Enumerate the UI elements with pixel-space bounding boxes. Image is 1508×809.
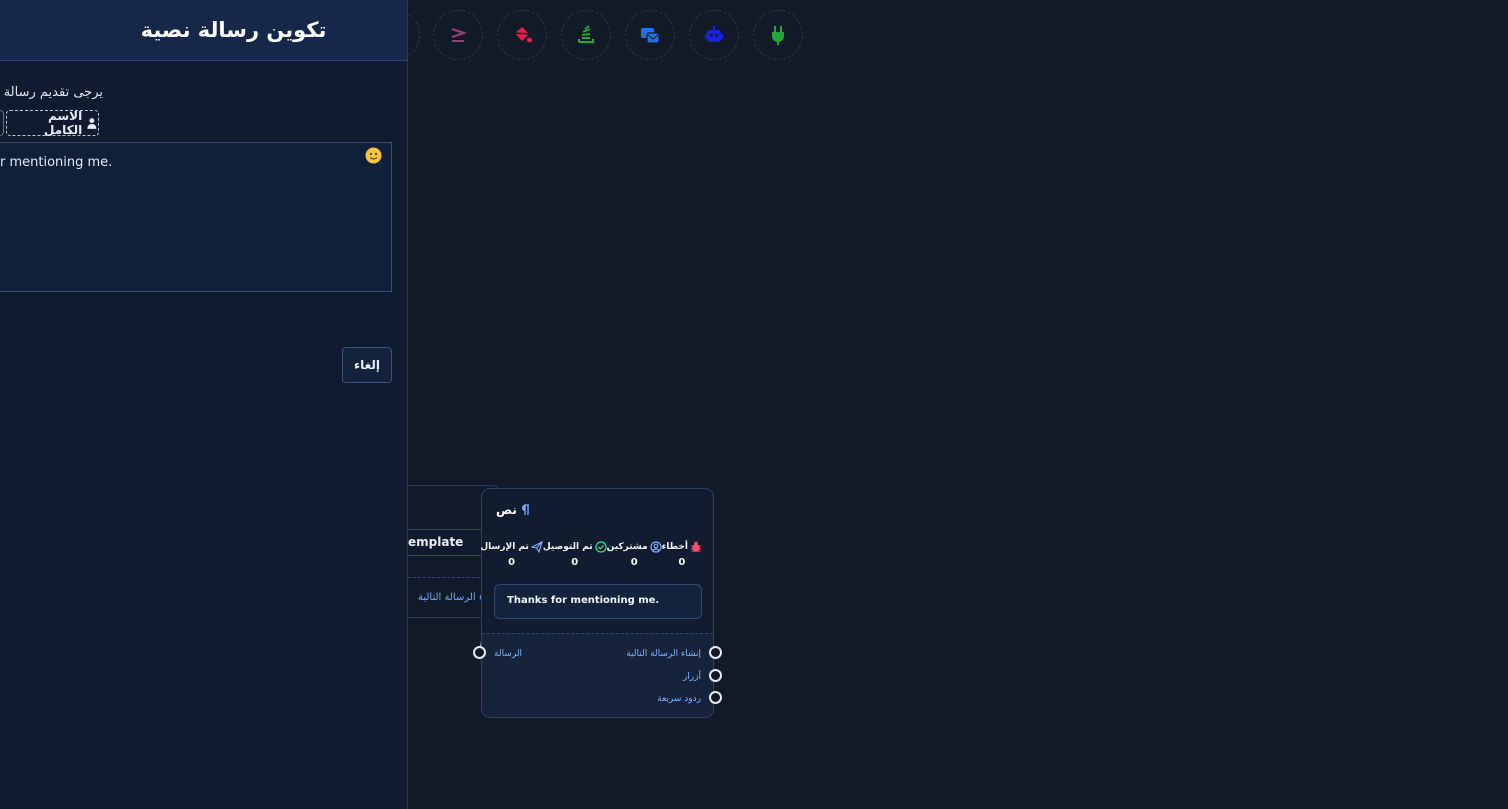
stat-errors: أخطاء 0	[662, 541, 702, 568]
compare-icon	[451, 28, 468, 42]
emoji-icon[interactable]	[365, 147, 382, 164]
output-port-label-next: إنشاء الرسالة التالية	[626, 649, 701, 659]
user-icon	[87, 118, 97, 129]
stat-label: تم الإرسال	[480, 542, 529, 552]
bot-tool-button[interactable]	[689, 10, 739, 60]
stat-label: تم التوصيل	[542, 542, 593, 552]
paragraph-icon	[521, 504, 529, 515]
node-stats: أخطاء 0 مشتركين 0 تم التوصيل 0 تم الإرسا…	[480, 541, 702, 568]
template-tool-button[interactable]	[625, 10, 675, 60]
stat-subscribers: مشتركين 0	[607, 541, 662, 568]
stat-delivered: تم التوصيل 0	[543, 541, 607, 568]
paint-tool-button[interactable]	[497, 10, 547, 60]
stat-label: أخطاء	[661, 542, 688, 552]
stat-sent: تم الإرسال 0	[480, 541, 543, 568]
panel-header: تكوين رسالة نصية	[0, 0, 407, 61]
compose-text-panel: تكوين رسالة نصية يرجى تقديم رسالة ا الاس…	[0, 0, 408, 809]
text-message-node[interactable]: نص أخطاء 0 مشتركين 0 تم التوصيل 0 تم الإ…	[480, 488, 714, 718]
cancel-button[interactable]: إلغاء	[342, 347, 392, 383]
node-title-text: نص	[496, 503, 517, 517]
stat-value: 0	[678, 557, 686, 568]
message-preview[interactable]: Thanks for mentioning me.	[494, 584, 702, 619]
plugin-tool-button[interactable]	[753, 10, 803, 60]
message-textarea[interactable]: r mentioning me.	[0, 142, 392, 292]
send-icon	[530, 541, 543, 553]
paint-bucket-icon	[514, 27, 532, 43]
output-port-buttons[interactable]	[709, 669, 722, 682]
node-ports: الرسالة إنشاء الرسالة التالية أزرار ردود…	[482, 633, 713, 717]
template-icon	[641, 28, 660, 44]
plug-icon	[772, 26, 784, 45]
compare-tool-button[interactable]	[433, 10, 483, 60]
full-name-variable-chip[interactable]: الاسم الكامل	[6, 109, 99, 137]
stack-icon	[578, 25, 594, 43]
panel-title: تكوين رسالة نصية	[140, 18, 327, 42]
bug-icon	[691, 541, 701, 553]
check-circle-icon	[595, 541, 607, 553]
robot-icon	[705, 26, 723, 42]
template-field[interactable]: emplate	[408, 529, 482, 556]
output-port-label-quick-replies: ردود سريعة	[657, 694, 701, 704]
input-port[interactable]	[473, 646, 486, 659]
stat-value: 0	[630, 557, 638, 568]
output-port-label-buttons: أزرار	[682, 672, 701, 682]
node-title: نص	[496, 503, 530, 517]
stack-tool-button[interactable]	[561, 10, 611, 60]
stat-value: 0	[508, 557, 516, 568]
user-circle-icon	[650, 541, 662, 553]
full-name-chip-label: الاسم الكامل	[43, 109, 83, 137]
message-text: r mentioning me.	[0, 155, 113, 170]
stat-value: 0	[571, 557, 579, 568]
input-port-label: الرسالة	[494, 649, 523, 659]
output-port-next-message[interactable]	[709, 646, 722, 659]
prompt-text: يرجى تقديم رسالة ا	[0, 85, 103, 100]
stat-label: مشتركين	[606, 542, 648, 552]
variable-chip-partial[interactable]	[0, 110, 4, 136]
output-port-quick-replies[interactable]	[709, 691, 722, 704]
